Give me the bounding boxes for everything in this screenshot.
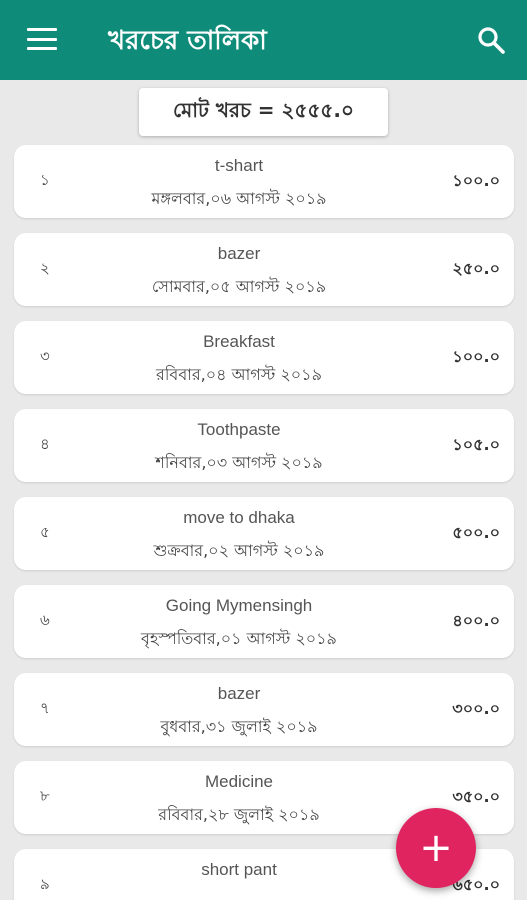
item-name: move to dhaka xyxy=(183,508,295,527)
item-index: ৪ xyxy=(40,435,50,453)
item-index: ৬ xyxy=(40,611,50,629)
item-name: bazer xyxy=(217,244,261,263)
item-index: ১ xyxy=(40,171,50,189)
list-item[interactable]: ৭ bazer বুধবার,৩১ জুলাই ২০১৯ ৩০০.০ xyxy=(14,673,514,746)
item-amount: ৪০০.০ xyxy=(452,611,500,630)
item-name: Breakfast xyxy=(203,332,275,351)
item-amount: ১০০.০ xyxy=(452,347,500,366)
item-amount: ১০৫.০ xyxy=(452,435,500,454)
item-name: t-shart xyxy=(214,156,264,175)
search-icon[interactable] xyxy=(475,24,507,56)
item-name: short pant xyxy=(201,860,277,879)
item-date: বুধবার,৩১ জুলাই ২০১৯ xyxy=(160,717,318,736)
item-index: ৯ xyxy=(40,875,50,893)
item-amount: ৩০০.০ xyxy=(452,699,500,718)
item-index: ৮ xyxy=(40,787,50,805)
add-expense-button[interactable]: + xyxy=(396,808,476,888)
list-item[interactable]: ২ bazer সোমবার,০৫ আগস্ট ২০১৯ ২৫০.০ xyxy=(14,233,514,306)
item-amount: ১০০.০ xyxy=(452,171,500,190)
item-date: শুক্রবার,০২ আগস্ট ২০১৯ xyxy=(153,541,325,560)
add-icon: + xyxy=(419,825,453,871)
item-index: ৭ xyxy=(40,699,50,717)
total-expense-badge: মোট খরচ = ২৫৫৫.০ xyxy=(139,88,388,136)
item-date: রবিবার,২৮ জুলাই ২০১৯ xyxy=(158,805,320,824)
item-amount: ৫০০.০ xyxy=(452,523,500,542)
item-date: শনিবার,০৩ আগস্ট ২০১৯ xyxy=(155,453,323,472)
item-index: ২ xyxy=(40,259,50,277)
item-date: রবিবার,০৪ আগস্ট ২০১৯ xyxy=(156,365,322,384)
item-name: Toothpaste xyxy=(197,420,281,439)
item-date: সোমবার,০৫ আগস্ট ২০১৯ xyxy=(151,277,327,296)
item-name: bazer xyxy=(217,684,261,703)
item-index: ৫ xyxy=(40,523,50,541)
list-item[interactable]: ৬ Going Mymensingh বৃহস্পতিবার,০১ আগস্ট … xyxy=(14,585,514,658)
app-bar: খরচের তালিকা xyxy=(0,0,527,80)
item-date: বৃহস্পতিবার,০১ আগস্ট ২০১৯ xyxy=(141,629,337,648)
item-name: Going Mymensingh xyxy=(165,596,313,615)
list-item[interactable]: ৫ move to dhaka শুক্রবার,০২ আগস্ট ২০১৯ ৫… xyxy=(14,497,514,570)
list-item[interactable]: ৩ Breakfast রবিবার,০৪ আগস্ট ২০১৯ ১০০.০ xyxy=(14,321,514,394)
item-name: Medicine xyxy=(204,772,274,791)
menu-icon[interactable] xyxy=(27,28,57,50)
list-item[interactable]: ১ t-shart মঙ্গলবার,০৬ আগস্ট ২০১৯ ১০০.০ xyxy=(14,145,514,218)
expense-list: ১ t-shart মঙ্গলবার,০৬ আগস্ট ২০১৯ ১০০.০ ২… xyxy=(14,145,514,900)
item-index: ৩ xyxy=(40,347,50,365)
item-amount: ২৫০.০ xyxy=(452,259,500,278)
app-title: খরচের তালিকা xyxy=(108,26,267,56)
list-item[interactable]: ৪ Toothpaste শনিবার,০৩ আগস্ট ২০১৯ ১০৫.০ xyxy=(14,409,514,482)
item-date: মঙ্গলবার,০৬ আগস্ট ২০১৯ xyxy=(151,189,327,208)
